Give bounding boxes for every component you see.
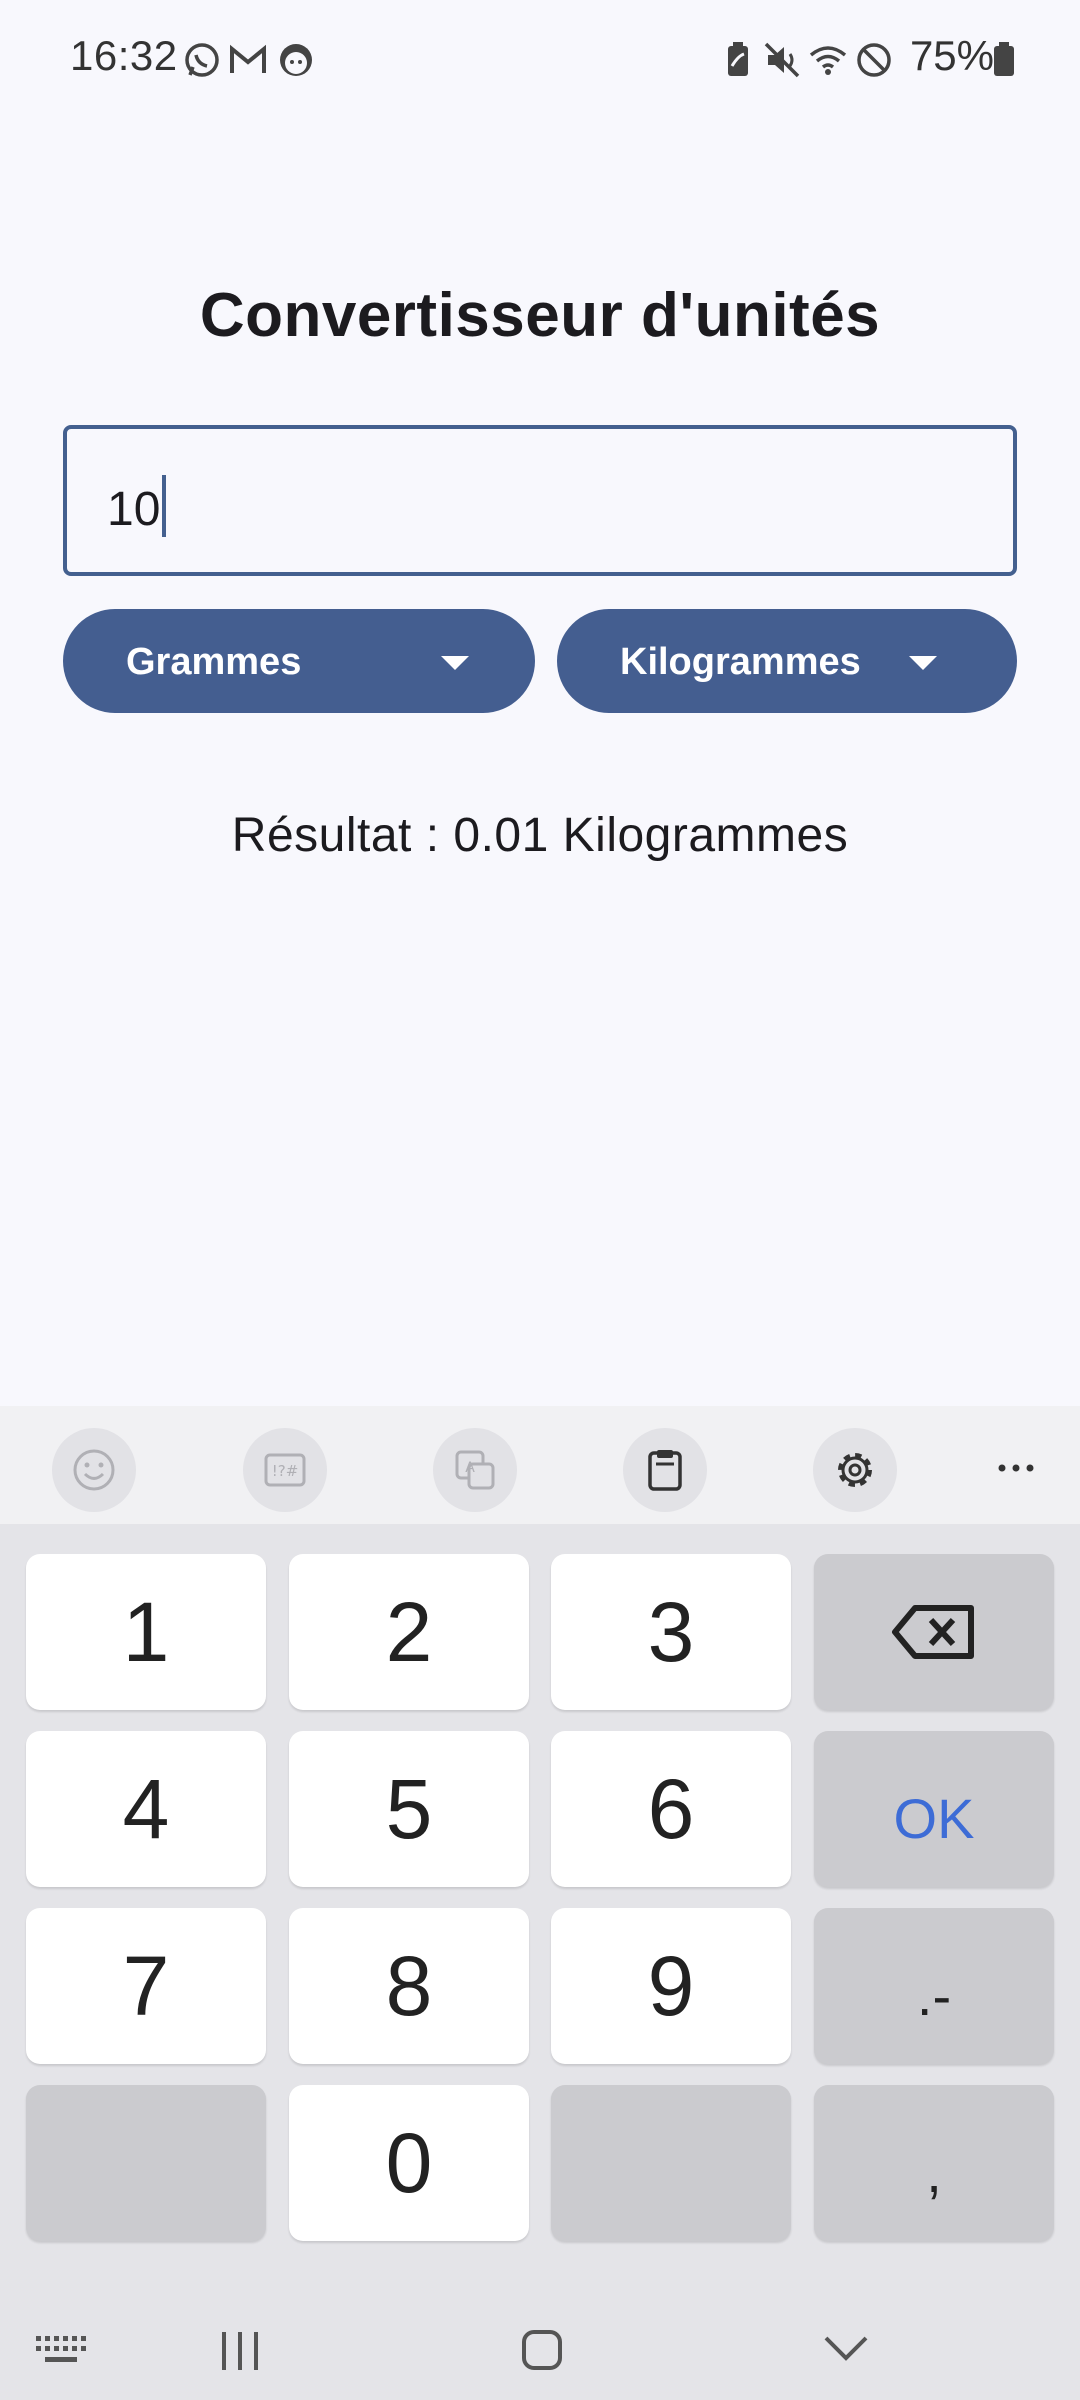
battery-saver-icon — [728, 42, 748, 76]
status-bar: 16:32 75% — [0, 0, 1080, 120]
home-icon[interactable] — [520, 2328, 564, 2372]
battery-icon — [994, 42, 1014, 76]
symbols-icon: !?# — [264, 1453, 306, 1487]
wifi-icon — [809, 46, 847, 75]
svg-text:A: A — [465, 1460, 475, 1476]
key-7[interactable]: 7 — [26, 1908, 266, 2064]
settings-icon — [838, 1453, 872, 1487]
dropdown-arrow-icon — [441, 656, 469, 670]
backspace-icon — [892, 1605, 974, 1659]
backspace-key[interactable] — [814, 1554, 1054, 1710]
numeric-keyboard: 1 2 3 4 5 6 OK 7 8 9 .- 0 , — [0, 1524, 1080, 2300]
recents-icon[interactable] — [218, 2330, 262, 2372]
keyboard-icon[interactable] — [34, 2334, 86, 2366]
to-unit-label: Kilogrammes — [620, 641, 861, 683]
comma-key[interactable]: , — [814, 2085, 1054, 2241]
clipboard-icon — [648, 1450, 682, 1491]
page-title: Convertisseur d'unités — [199, 281, 881, 350]
decimal-minus-key[interactable]: .- — [814, 1908, 1054, 2064]
translate-icon: A — [455, 1450, 495, 1490]
value-input-text: 10 — [107, 475, 167, 537]
mute-icon — [764, 42, 800, 78]
emoji-button[interactable] — [52, 1428, 136, 1512]
to-unit-dropdown[interactable]: Kilogrammes — [557, 609, 1017, 713]
blank-key-right — [551, 2085, 791, 2241]
whatsapp-icon — [185, 43, 219, 77]
text-cursor — [162, 475, 167, 537]
ok-label: OK — [893, 1787, 975, 1850]
translate-button[interactable]: A — [433, 1428, 517, 1512]
screen: 16:32 75% Convertisseur d'unités 10 Gram… — [0, 0, 1080, 2400]
dropdown-arrow-icon — [909, 656, 937, 670]
key-6[interactable]: 6 — [551, 1731, 791, 1887]
clipboard-button[interactable] — [623, 1428, 707, 1512]
key-2[interactable]: 2 — [289, 1554, 529, 1710]
from-unit-dropdown[interactable]: Grammes — [63, 609, 535, 713]
do-not-disturb-icon — [857, 43, 891, 77]
key-3[interactable]: 3 — [551, 1554, 791, 1710]
status-time: 16:32 — [70, 32, 178, 79]
battery-percentage: 75% — [909, 32, 994, 79]
emoji-icon — [73, 1449, 115, 1491]
decimal-minus-label: .- — [916, 1964, 952, 2027]
key-5[interactable]: 5 — [289, 1731, 529, 1887]
result-text: Résultat : 0.01 Kilogrammes — [231, 809, 849, 862]
key-1[interactable]: 1 — [26, 1554, 266, 1710]
more-icon[interactable] — [994, 1446, 1038, 1490]
comma-label: , — [926, 2141, 942, 2204]
ok-key[interactable]: OK — [814, 1731, 1054, 1887]
symbols-button[interactable]: !?# — [243, 1428, 327, 1512]
svg-text:!?#: !?# — [272, 1462, 299, 1480]
settings-button[interactable] — [813, 1428, 897, 1512]
keyboard-toolbar: !?# A — [0, 1406, 1080, 1524]
navigation-bar — [0, 2300, 1080, 2400]
gmail-icon — [230, 44, 266, 73]
hide-keyboard-icon[interactable] — [822, 2334, 870, 2364]
key-9[interactable]: 9 — [551, 1908, 791, 2064]
key-0[interactable]: 0 — [289, 2085, 529, 2241]
key-8[interactable]: 8 — [289, 1908, 529, 2064]
from-unit-label: Grammes — [126, 641, 302, 683]
face-icon — [280, 44, 312, 76]
blank-key-left — [26, 2085, 266, 2241]
key-4[interactable]: 4 — [26, 1731, 266, 1887]
input-value: 10 — [107, 483, 161, 536]
value-input[interactable]: 10 — [63, 425, 1017, 576]
